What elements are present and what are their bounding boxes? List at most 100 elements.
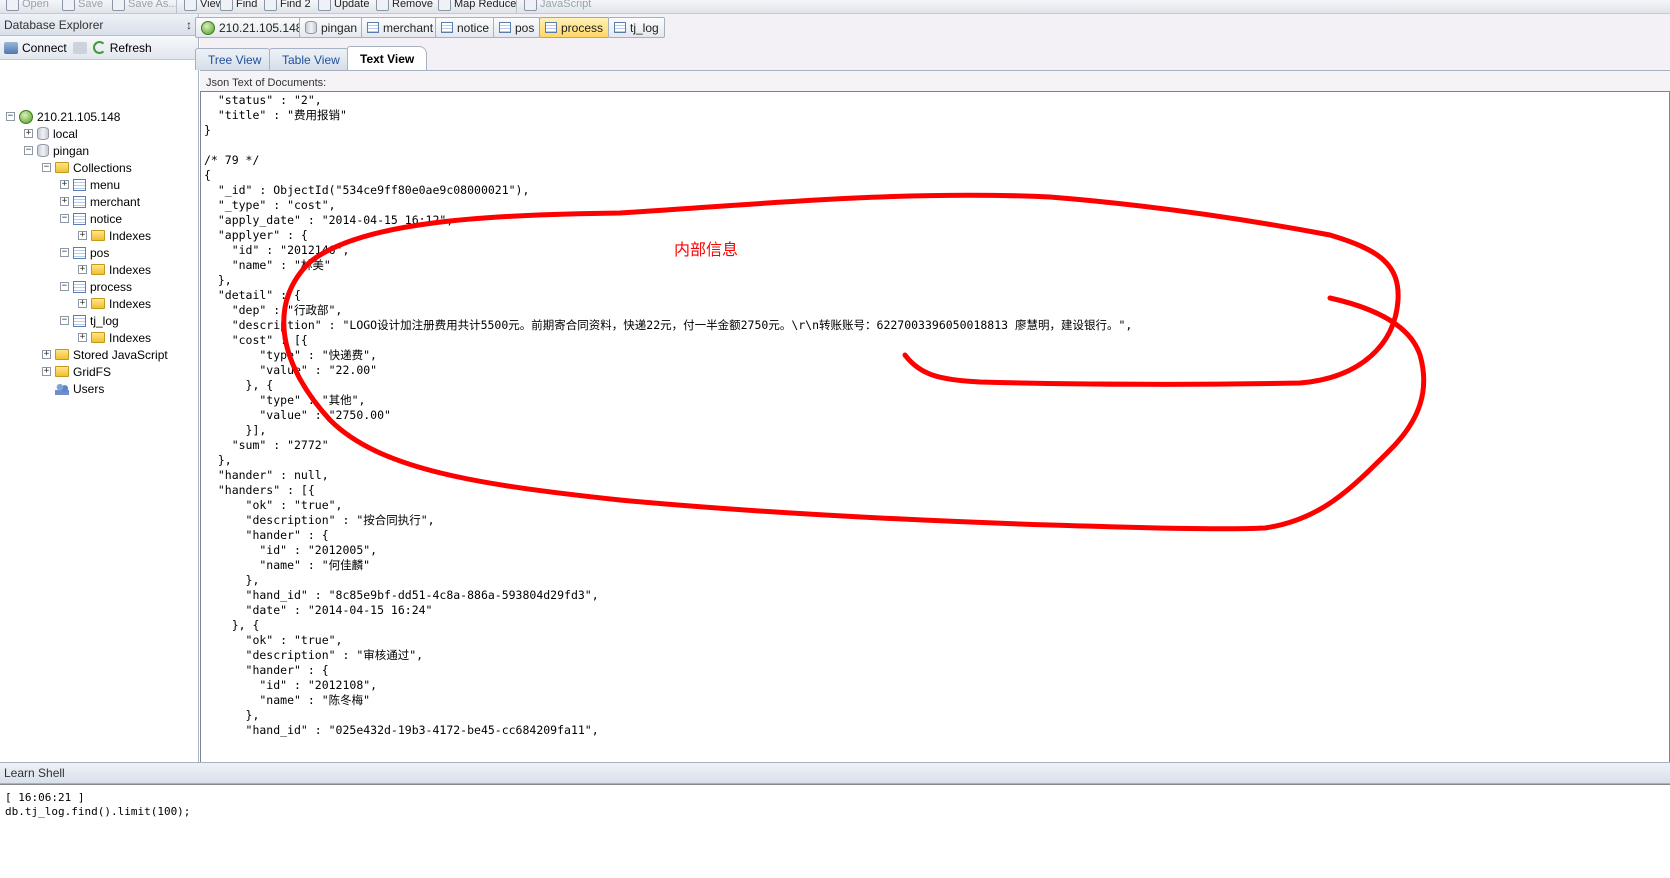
toolbar-item-icon (318, 0, 331, 11)
toolbar-save-button[interactable]: Save (62, 0, 103, 12)
collection-tab-210-21-105-148[interactable]: 210.21.105.148 (195, 17, 309, 38)
tree-node-indexes[interactable]: + Indexes (78, 329, 151, 346)
expand-icon[interactable]: + (60, 197, 69, 206)
tree-node-tj-log[interactable]: − tj_log (60, 312, 119, 329)
expand-icon[interactable]: + (60, 180, 69, 189)
collection-tab-process[interactable]: process (539, 17, 610, 38)
tree-node-indexes[interactable]: + Indexes (78, 227, 151, 244)
toolbar-item-icon (62, 0, 75, 11)
json-line: "value" : "22.00" (204, 363, 378, 377)
json-line: }, (204, 573, 260, 587)
collapse-icon[interactable]: − (42, 163, 51, 172)
toolbar-find-2-button[interactable]: Find 2 (264, 0, 311, 12)
toolbar-find-button[interactable]: Find (220, 0, 257, 12)
refresh-icon (92, 41, 106, 54)
tree-node-process[interactable]: − process (60, 278, 132, 295)
json-line: "ok" : "true", (204, 633, 343, 647)
collection-table-icon (545, 22, 557, 33)
json-line: /* 79 */ (204, 153, 260, 167)
json-line: "_id" : ObjectId("534ce9ff80e0ae9c080000… (204, 183, 530, 197)
database-explorer-panel: Database Explorer ↕ Connect Refresh − 210… (0, 14, 199, 820)
toolbar-save-as-button[interactable]: Save As... (112, 0, 178, 12)
learn-shell-output[interactable]: [ 16:06:21 ] db.tj_log.find().limit(100); (0, 784, 1670, 878)
tree-node-label: Indexes (109, 228, 152, 243)
connection-tab-bar: 210.21.105.148 pingan merchant notice pos pro… (195, 14, 1670, 44)
tree-node-indexes[interactable]: + Indexes (78, 295, 151, 312)
connect-button[interactable]: Connect (4, 41, 67, 55)
collapse-icon[interactable]: − (60, 214, 69, 223)
folder-icon (55, 349, 69, 360)
json-line: } (204, 123, 211, 137)
collection-tab-tj-log[interactable]: tj_log (608, 17, 665, 38)
refresh-button[interactable]: Refresh (92, 41, 152, 55)
collection-tab-notice[interactable]: notice (435, 17, 496, 38)
expand-icon[interactable]: + (78, 231, 87, 240)
collapse-icon[interactable]: − (6, 112, 15, 121)
tree-node-label: tj_log (90, 313, 119, 328)
tree-node-label: notice (90, 211, 123, 226)
collection-tab-pos[interactable]: pos (493, 17, 541, 38)
expand-icon[interactable]: + (42, 367, 51, 376)
tree-node-pingan[interactable]: − pingan (24, 142, 89, 159)
toolbar-item-icon (112, 0, 125, 11)
server-globe-icon (19, 109, 33, 124)
tab-text-view[interactable]: Text View (347, 46, 428, 70)
json-line: "description" : "按合同执行", (204, 513, 435, 527)
toolbar-remove-button[interactable]: Remove (376, 0, 433, 12)
json-line: "cost" : [{ (204, 333, 308, 347)
toolbar-javascript-button[interactable]: JavaScript (524, 0, 591, 12)
tree-node-stored-javascript[interactable]: + Stored JavaScript (42, 346, 168, 363)
expand-icon[interactable]: + (78, 265, 87, 274)
tree-node-collections[interactable]: − Collections (42, 159, 132, 176)
collapse-icon[interactable]: − (60, 282, 69, 291)
tree-node-users[interactable]: Users (42, 380, 104, 397)
expand-icon[interactable]: + (24, 129, 33, 138)
shell-text: [ 16:06:21 ] db.tj_log.find().limit(100); (5, 791, 190, 819)
tree-node-local[interactable]: + local (24, 125, 78, 142)
toolbar-item-icon (220, 0, 233, 11)
tree-node-indexes[interactable]: + Indexes (78, 261, 151, 278)
toolbar-map-reduce-button[interactable]: Map Reduce (438, 0, 516, 12)
folder-icon (91, 230, 105, 241)
toolbar-update-button[interactable]: Update (318, 0, 369, 12)
disconnect-icon[interactable] (72, 41, 87, 54)
tree-node-merchant[interactable]: + merchant (60, 193, 140, 210)
tree-node-pos[interactable]: − pos (60, 244, 109, 261)
collapse-icon[interactable]: − (60, 248, 69, 257)
collection-tab-merchant[interactable]: merchant (361, 17, 440, 38)
tree-node-menu[interactable]: + menu (60, 176, 120, 193)
server-globe-icon (201, 20, 215, 35)
database-icon (305, 21, 317, 34)
json-text-label: Json Text of Documents: (206, 77, 327, 89)
tab-table-view[interactable]: Table View (269, 48, 353, 70)
toolbar-view-button[interactable]: View (184, 0, 224, 12)
tree-node-notice[interactable]: − notice (60, 210, 122, 227)
json-text-editor[interactable]: "status" : "2", "title" : "费用报销"} /* 79 … (200, 91, 1670, 799)
collapse-icon[interactable]: − (24, 146, 33, 155)
json-line: "id" : "2012005", (204, 543, 378, 557)
shell-line: [ 16:06:21 ] (5, 791, 85, 804)
annotation-label: 内部信息 (674, 240, 739, 259)
toolbar-open-button[interactable]: Open (6, 0, 49, 12)
connect-label: Connect (22, 40, 67, 55)
learn-shell-header: Learn Shell (0, 762, 1670, 784)
expand-icon[interactable]: + (78, 333, 87, 342)
json-line: }, { (204, 378, 274, 392)
tree-node-label: merchant (90, 194, 141, 209)
toolbar-item-icon (376, 0, 389, 11)
expand-icon[interactable]: + (78, 299, 87, 308)
tree-node-gridfs[interactable]: + GridFS (42, 363, 111, 380)
tree-node-label: Collections (73, 160, 132, 175)
collection-table-icon (73, 195, 86, 208)
collection-table-icon (73, 212, 86, 225)
expand-icon[interactable]: + (42, 350, 51, 359)
tab-label: pos (515, 20, 535, 35)
tree-node-210-21-105-148[interactable]: − 210.21.105.148 (6, 108, 120, 125)
json-line: "type" : "其他", (204, 393, 366, 407)
collection-tab-pingan[interactable]: pingan (299, 17, 364, 38)
database-icon (37, 127, 49, 140)
pin-icon[interactable]: ↕ (186, 18, 192, 32)
collapse-icon[interactable]: − (60, 316, 69, 325)
main-content: 210.21.105.148 pingan merchant notice pos pro… (195, 14, 1670, 820)
tab-tree-view[interactable]: Tree View (195, 48, 275, 70)
